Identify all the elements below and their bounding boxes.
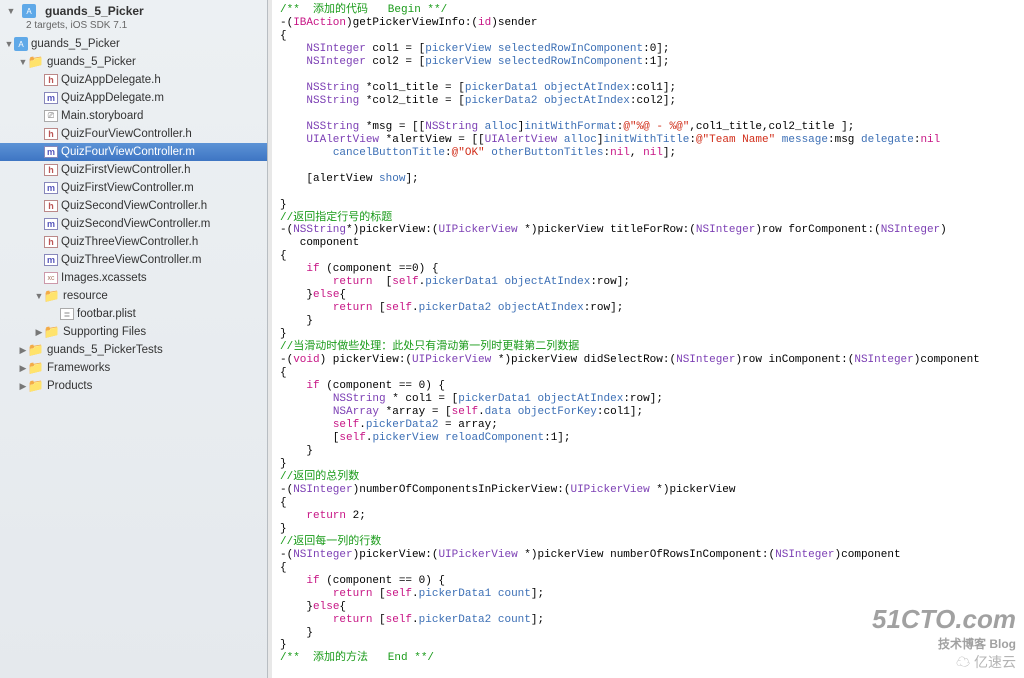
m-icon: m — [44, 218, 58, 230]
folder-icon: 📁 — [44, 289, 60, 303]
m-icon: m — [44, 146, 58, 158]
file-name: guands_5_PickerTests — [47, 344, 163, 356]
tree-row[interactable]: ⎚Main.storyboard — [0, 107, 267, 125]
project-subtitle: 2 targets, iOS SDK 7.1 — [0, 20, 267, 31]
file-name: Supporting Files — [63, 326, 146, 338]
project-header[interactable]: ▼ A guands_5_Picker — [0, 0, 267, 20]
code-editor[interactable]: /** 添加的代码 Begin **/ -(IBAction)getPicker… — [268, 0, 1024, 678]
file-name: QuizThreeViewController.h — [61, 236, 198, 248]
tree-row[interactable]: ▶📁Frameworks — [0, 359, 267, 377]
file-name: Products — [47, 380, 92, 392]
chevron-down-icon[interactable]: ▼ — [34, 291, 44, 301]
m-icon: m — [44, 92, 58, 104]
chevron-down-icon[interactable]: ▼ — [6, 6, 16, 16]
file-name: QuizThreeViewController.m — [61, 254, 201, 266]
tree-row[interactable]: ▼📁guands_5_Picker — [0, 53, 267, 71]
tree-row[interactable]: mQuizFirstViewController.m — [0, 179, 267, 197]
xc-icon: xc — [44, 272, 58, 284]
file-tree[interactable]: ▼Aguands_5_Picker▼📁guands_5_PickerhQuizA… — [0, 35, 267, 395]
h-icon: h — [44, 128, 58, 140]
tree-row[interactable]: mQuizAppDelegate.m — [0, 89, 267, 107]
project-title: guands_5_Picker — [45, 4, 144, 18]
project-icon: A — [22, 4, 36, 18]
h-icon: h — [44, 74, 58, 86]
h-icon: h — [44, 236, 58, 248]
file-name: footbar.plist — [77, 308, 136, 320]
chevron-right-icon[interactable]: ▶ — [18, 363, 28, 374]
file-name: QuizAppDelegate.m — [61, 92, 164, 104]
folder-icon: 📁 — [44, 325, 60, 339]
chevron-down-icon[interactable]: ▼ — [4, 39, 14, 49]
file-name: QuizFirstViewController.h — [61, 164, 191, 176]
h-icon: h — [44, 200, 58, 212]
chevron-right-icon[interactable]: ▶ — [18, 345, 28, 356]
plist-icon: ≣ — [60, 308, 74, 320]
tree-row[interactable]: hQuizFourViewController.h — [0, 125, 267, 143]
file-name: resource — [63, 290, 108, 302]
tree-row[interactable]: ▶📁Products — [0, 377, 267, 395]
tree-row[interactable]: xcImages.xcassets — [0, 269, 267, 287]
project-navigator[interactable]: ▼ A guands_5_Picker 2 targets, iOS SDK 7… — [0, 0, 268, 678]
chevron-right-icon[interactable]: ▶ — [18, 381, 28, 392]
chevron-right-icon[interactable]: ▶ — [34, 327, 44, 338]
chevron-down-icon[interactable]: ▼ — [18, 57, 28, 67]
file-name: QuizSecondViewController.h — [61, 200, 207, 212]
tree-row[interactable]: mQuizFourViewController.m — [0, 143, 267, 161]
file-name: QuizFirstViewController.m — [61, 182, 194, 194]
tree-row[interactable]: ▼📁resource — [0, 287, 267, 305]
folder-icon: 📁 — [28, 361, 44, 375]
tree-row[interactable]: mQuizThreeViewController.m — [0, 251, 267, 269]
sb-icon: ⎚ — [44, 110, 58, 122]
file-name: Main.storyboard — [61, 110, 143, 122]
file-name: guands_5_Picker — [31, 38, 120, 50]
file-name: Images.xcassets — [61, 272, 147, 284]
tree-row[interactable]: hQuizFirstViewController.h — [0, 161, 267, 179]
tree-row[interactable]: ≣footbar.plist — [0, 305, 267, 323]
proj-icon: A — [14, 37, 28, 51]
tree-row[interactable]: ▶📁Supporting Files — [0, 323, 267, 341]
tree-row[interactable]: hQuizThreeViewController.h — [0, 233, 267, 251]
file-name: QuizFourViewController.h — [61, 128, 192, 140]
file-name: QuizSecondViewController.m — [61, 218, 210, 230]
file-name: QuizFourViewController.m — [61, 146, 195, 158]
m-icon: m — [44, 254, 58, 266]
file-name: QuizAppDelegate.h — [61, 74, 161, 86]
tree-row[interactable]: hQuizAppDelegate.h — [0, 71, 267, 89]
h-icon: h — [44, 164, 58, 176]
folder-icon: 📁 — [28, 343, 44, 357]
folder-icon: 📁 — [28, 55, 44, 69]
tree-row[interactable]: ▶📁guands_5_PickerTests — [0, 341, 267, 359]
m-icon: m — [44, 182, 58, 194]
folder-icon: 📁 — [28, 379, 44, 393]
tree-row[interactable]: hQuizSecondViewController.h — [0, 197, 267, 215]
tree-row[interactable]: mQuizSecondViewController.m — [0, 215, 267, 233]
tree-row[interactable]: ▼Aguands_5_Picker — [0, 35, 267, 53]
file-name: Frameworks — [47, 362, 110, 374]
file-name: guands_5_Picker — [47, 56, 136, 68]
